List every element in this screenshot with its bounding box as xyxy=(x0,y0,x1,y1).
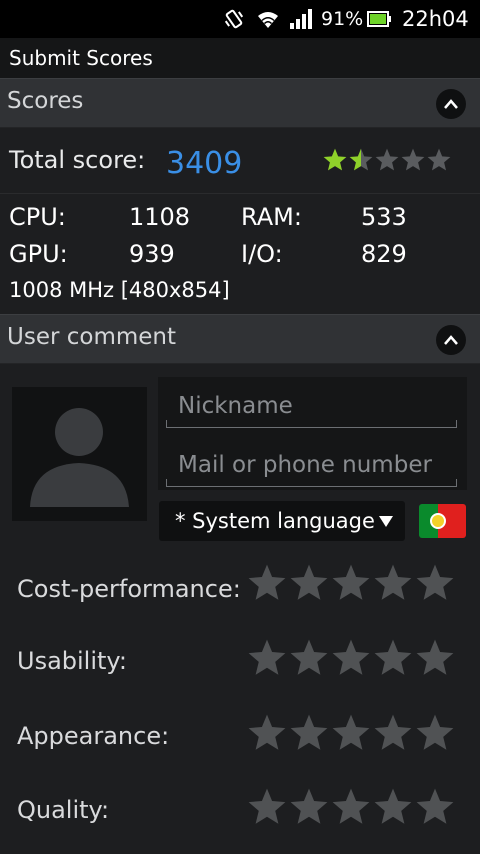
cost-performance-label: Cost-performance: xyxy=(17,575,241,603)
appearance-rating[interactable] xyxy=(246,712,456,754)
usability-label: Usability: xyxy=(17,647,127,675)
appearance-label: Appearance: xyxy=(17,722,170,750)
star-icon xyxy=(332,788,370,824)
cpu-value: 1108 xyxy=(129,203,191,231)
cpu-label: CPU: xyxy=(9,203,66,231)
scores-section-header[interactable]: Scores xyxy=(0,78,480,128)
nickname-input[interactable] xyxy=(166,385,457,427)
wifi-icon xyxy=(256,0,280,38)
ram-value: 533 xyxy=(361,203,407,231)
device-info: 1008 MHz [480x854] xyxy=(9,278,230,302)
avatar[interactable] xyxy=(12,387,147,521)
collapse-comment-button[interactable] xyxy=(436,325,466,355)
gpu-value: 939 xyxy=(129,240,175,268)
star-icon xyxy=(375,148,399,171)
star-icon xyxy=(416,639,454,675)
star-icon xyxy=(374,714,412,750)
user-comment-section-header[interactable]: User comment xyxy=(0,314,480,364)
total-score-value: 3409 xyxy=(166,146,243,181)
vibrate-icon xyxy=(222,0,246,38)
io-label: I/O: xyxy=(241,240,283,268)
usability-rating[interactable] xyxy=(246,637,456,679)
user-comment-header-label: User comment xyxy=(7,324,177,350)
contact-input[interactable] xyxy=(166,444,457,486)
dropdown-arrow-icon xyxy=(379,516,393,527)
star-icon xyxy=(374,788,412,824)
star-icon xyxy=(374,639,412,675)
star-icon xyxy=(290,639,328,675)
clock: 22h04 xyxy=(402,7,469,31)
star-icon xyxy=(427,148,451,171)
status-bar: 91% 22h04 xyxy=(0,0,480,38)
star-icon xyxy=(290,788,328,824)
gpu-label: GPU: xyxy=(9,240,68,268)
star-icon xyxy=(332,564,370,600)
user-placeholder-icon xyxy=(30,408,129,507)
signal-icon xyxy=(289,0,313,38)
star-icon xyxy=(248,639,286,675)
battery-icon xyxy=(367,0,391,38)
scores-header-label: Scores xyxy=(7,88,84,114)
language-select[interactable]: * System language xyxy=(159,501,405,541)
star-icon xyxy=(416,788,454,824)
star-icon xyxy=(290,564,328,600)
contact-field[interactable] xyxy=(166,444,457,487)
chevron-up-icon xyxy=(444,99,458,109)
language-value: * System language xyxy=(175,509,375,533)
star-icon xyxy=(323,148,347,171)
star-icon xyxy=(416,564,454,600)
star-icon xyxy=(248,564,286,600)
collapse-scores-button[interactable] xyxy=(436,89,466,119)
star-icon xyxy=(290,714,328,750)
quality-rating[interactable] xyxy=(246,786,456,828)
portugal-flag-icon[interactable] xyxy=(419,504,466,538)
title-bar: Submit Scores xyxy=(0,38,480,79)
divider xyxy=(0,193,480,194)
star-icon xyxy=(248,714,286,750)
star-icon xyxy=(248,788,286,824)
total-score-label: Total score: xyxy=(9,146,146,174)
star-icon xyxy=(332,714,370,750)
star-icon xyxy=(349,148,373,171)
nickname-field[interactable] xyxy=(166,385,457,428)
io-value: 829 xyxy=(361,240,407,268)
star-icon xyxy=(416,714,454,750)
chevron-up-icon xyxy=(444,335,458,345)
battery-percent: 91% xyxy=(321,8,364,30)
star-icon xyxy=(401,148,425,171)
star-icon xyxy=(374,564,412,600)
quality-label: Quality: xyxy=(17,796,110,824)
total-score-stars xyxy=(322,147,452,173)
ram-label: RAM: xyxy=(241,203,302,231)
cost-performance-rating[interactable] xyxy=(246,562,456,604)
page-title: Submit Scores xyxy=(9,46,153,70)
contact-input-panel xyxy=(158,377,467,490)
star-icon xyxy=(332,639,370,675)
